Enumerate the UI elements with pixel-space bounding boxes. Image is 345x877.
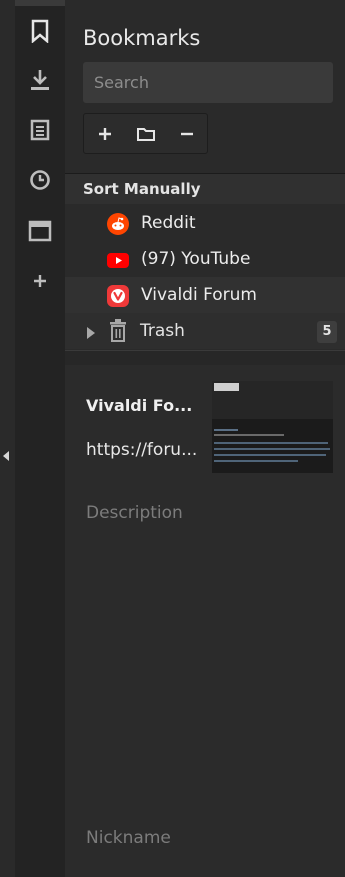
trash-icon [108, 319, 128, 347]
add-folder-button[interactable] [125, 114, 166, 153]
description-field[interactable]: Description [86, 503, 183, 523]
panel-title: Bookmarks [83, 26, 201, 50]
history-panel-button[interactable] [15, 158, 65, 202]
add-panel-icon [34, 275, 46, 287]
bookmark-title-field[interactable]: Vivaldi Fo... [86, 396, 206, 415]
panel-edge-strip [0, 0, 16, 877]
search-input[interactable] [83, 62, 333, 103]
bookmark-label: Reddit [141, 213, 196, 233]
bookmark-item-youtube[interactable]: (97) YouTube [65, 241, 345, 277]
downloads-icon [31, 70, 49, 90]
add-bookmark-button[interactable] [84, 114, 125, 153]
vivaldi-icon [107, 285, 129, 307]
trash-folder[interactable]: Trash 5 [65, 313, 345, 349]
thumbnail-link-row [214, 442, 328, 444]
youtube-icon [107, 249, 129, 271]
bookmarks-panel-button[interactable] [15, 9, 65, 53]
history-icon [30, 170, 50, 190]
plus-icon [98, 127, 111, 140]
trash-count-badge: 5 [317, 321, 337, 343]
bookmark-item-vivaldi-forum[interactable]: Vivaldi Forum [65, 277, 345, 313]
thumbnail-link-row [214, 460, 298, 462]
bookmark-thumbnail [212, 381, 333, 473]
bookmark-label: (97) YouTube [141, 249, 251, 269]
folder-icon [136, 127, 155, 141]
bookmarks-icon [31, 19, 49, 43]
bookmark-toolbar [83, 113, 208, 154]
bookmark-url-field[interactable]: https://foru... [86, 440, 206, 460]
thumbnail-text-line [214, 434, 284, 436]
add-web-panel-button[interactable] [15, 259, 65, 303]
thumbnail-link-row [214, 448, 330, 450]
bookmark-label: Vivaldi Forum [141, 285, 257, 305]
thumbnail-body [212, 419, 333, 473]
thumbnail-logo [214, 383, 239, 391]
bookmark-item-reddit[interactable]: Reddit [65, 205, 345, 241]
nickname-field[interactable]: Nickname [86, 828, 171, 848]
expand-arrow-icon[interactable] [86, 324, 96, 343]
notes-panel-button[interactable] [15, 108, 65, 152]
thumbnail-link-row [214, 454, 326, 456]
reddit-icon [107, 213, 129, 235]
thumbnail-heading-line [214, 429, 238, 431]
delete-bookmark-button[interactable] [166, 114, 207, 153]
downloads-panel-button[interactable] [15, 58, 65, 102]
window-icon [28, 220, 52, 242]
panel-splitter[interactable] [65, 350, 345, 366]
trash-label: Trash [140, 321, 185, 341]
window-panel-button[interactable] [15, 209, 65, 253]
collapse-panel-arrow-icon[interactable] [3, 451, 9, 461]
minus-icon [180, 132, 193, 135]
sort-label: Sort Manually [83, 180, 201, 198]
notes-icon [30, 119, 50, 141]
